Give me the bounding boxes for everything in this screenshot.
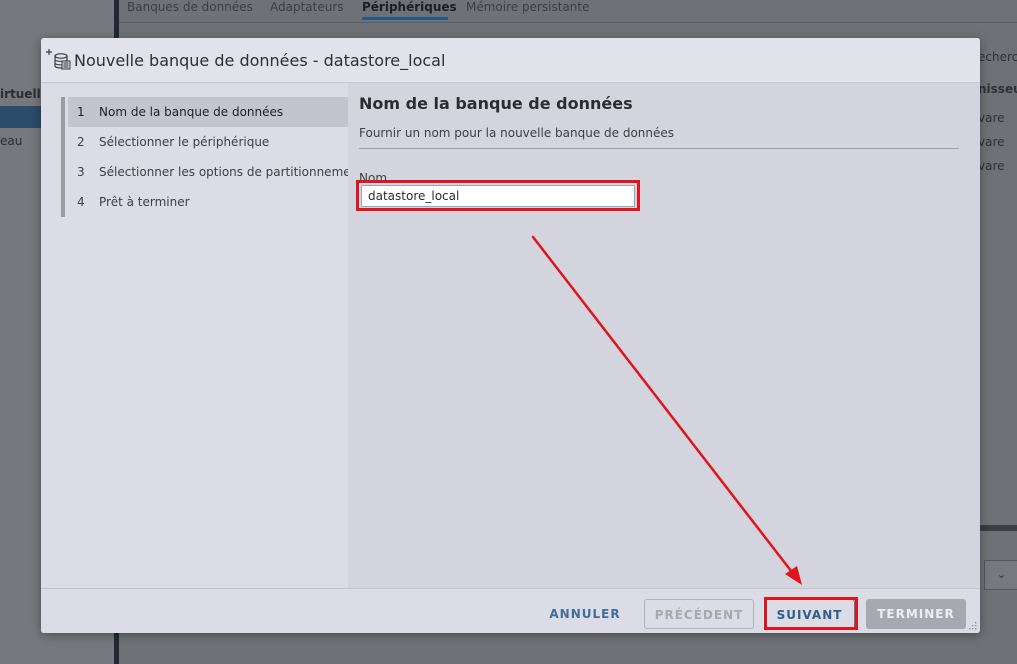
background-column-header-fragment: nisseu	[978, 82, 1017, 96]
background-search-fragment: echerc	[978, 50, 1017, 64]
wizard-steps: 1 Nom de la banque de données 2 Sélectionn…	[41, 83, 363, 588]
background-row-fragment: vare	[978, 159, 1005, 173]
step-title: Nom de la banque de données	[359, 94, 633, 113]
wizard-step-ready[interactable]: 4 Prêt à terminer	[68, 187, 348, 217]
dialog-footer: ANNULER PRÉCÉDENT SUIVANT TERMINER	[41, 588, 980, 633]
next-button[interactable]: SUIVANT	[764, 599, 855, 629]
wizard-step-device[interactable]: 2 Sélectionner le périphérique	[68, 127, 348, 157]
wizard-step-label: Prêt à terminer	[99, 195, 190, 209]
active-tab-indicator	[362, 17, 448, 20]
tab-adapters[interactable]: Adaptateurs	[270, 0, 344, 14]
wizard-steps-rail	[61, 97, 65, 217]
background-row-fragment: vare	[978, 111, 1005, 125]
tab-datastores[interactable]: Banques de données	[127, 0, 253, 14]
new-datastore-icon	[46, 49, 71, 70]
wizard-step-number: 1	[77, 105, 85, 119]
wizard-step-number: 3	[77, 165, 85, 179]
wizard-step-label: Nom de la banque de données	[99, 105, 284, 119]
previous-button[interactable]: PRÉCÉDENT	[644, 599, 754, 629]
wizard-step-number: 4	[77, 195, 85, 209]
dialog-title: Nouvelle banque de données - datastore_l…	[74, 51, 446, 70]
wizard-step-name[interactable]: 1 Nom de la banque de données	[68, 97, 348, 127]
new-datastore-dialog: Nouvelle banque de données - datastore_l…	[41, 38, 980, 633]
cancel-button[interactable]: ANNULER	[538, 599, 632, 629]
wizard-step-label: Sélectionner les options de partitionnem…	[99, 165, 363, 179]
content-divider	[359, 148, 959, 149]
wizard-step-partitioning[interactable]: 3 Sélectionner les options de partitionne…	[68, 157, 363, 187]
finish-button[interactable]: TERMINER	[866, 599, 966, 629]
step-description: Fournir un nom pour la nouvelle banque d…	[359, 126, 675, 140]
dialog-header: Nouvelle banque de données - datastore_l…	[41, 38, 980, 83]
tab-devices[interactable]: Périphériques	[362, 0, 457, 14]
datastore-name-input[interactable]	[361, 185, 635, 207]
wizard-step-number: 2	[77, 135, 85, 149]
wizard-step-label: Sélectionner le périphérique	[99, 135, 270, 149]
tab-persistent-memory[interactable]: Mémoire persistante	[466, 0, 590, 14]
resize-grip-icon[interactable]	[967, 620, 977, 630]
chevron-down-icon: ⌄	[984, 560, 1017, 590]
background-tab-bar: Banques de données Adaptateurs Périphéri…	[119, 0, 1017, 23]
wizard-content: Nom de la banque de données Fournir un n…	[348, 83, 980, 588]
background-row-fragment: vare	[978, 135, 1005, 149]
background-left-row-text: eau	[0, 134, 23, 148]
